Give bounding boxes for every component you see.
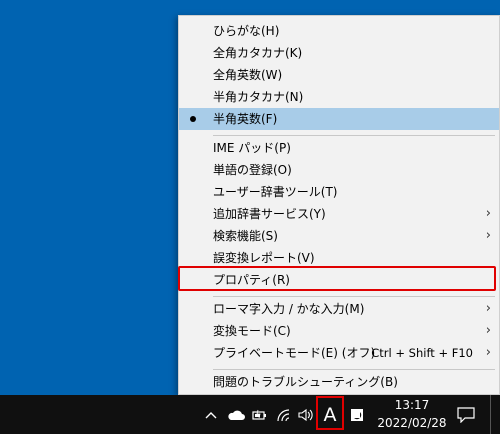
system-clock[interactable]: 13:17 2022/02/28 [364, 395, 460, 434]
menu-item-properties[interactable]: プロパティ(R) [179, 269, 499, 291]
menu-item-shortcut: Ctrl + Shift + F10 [371, 346, 473, 360]
menu-item-label: 全角カタカナ(K) [213, 46, 303, 60]
menu-item-label: 単語の登録(O) [213, 163, 292, 177]
menu-item-fullwidth-alphanumeric[interactable]: 全角英数(W) [179, 64, 499, 86]
menu-item-misconversion-report[interactable]: 誤変換レポート(V) [179, 247, 499, 269]
ime-context-menu: ひらがな(H) 全角カタカナ(K) 全角英数(W) 半角カタカナ(N) 半角英数… [178, 15, 500, 395]
show-desktop-divider[interactable] [490, 395, 491, 434]
menu-item-user-dictionary-tool[interactable]: ユーザー辞書ツール(T) [179, 181, 499, 203]
menu-item-conversion-mode[interactable]: 変換モード(C) › [179, 320, 499, 342]
menu-item-fullwidth-katakana[interactable]: 全角カタカナ(K) [179, 42, 499, 64]
chevron-up-icon[interactable] [202, 395, 220, 434]
wifi-icon[interactable] [274, 395, 294, 434]
ime-indicator-highlight-annotation [316, 396, 344, 430]
clock-date: 2022/02/28 [377, 416, 447, 430]
menu-item-halfwidth-katakana[interactable]: 半角カタカナ(N) [179, 86, 499, 108]
checked-bullet-icon [190, 116, 196, 122]
menu-item-troubleshooting[interactable]: 問題のトラブルシューティング(B) [179, 371, 499, 393]
menu-item-label: 半角英数(F) [213, 112, 278, 126]
menu-item-additional-dictionary-service[interactable]: 追加辞書サービス(Y) › [179, 203, 499, 225]
chevron-right-icon: › [485, 301, 491, 316]
chevron-right-icon: › [485, 345, 491, 360]
menu-item-hiragana[interactable]: ひらがな(H) [179, 20, 499, 42]
menu-separator [213, 296, 495, 297]
menu-separator [213, 135, 495, 136]
chevron-right-icon: › [485, 323, 491, 338]
menu-item-label: ローマ字入力 / かな入力(M) [213, 302, 365, 316]
menu-item-search-function[interactable]: 検索機能(S) › [179, 225, 499, 247]
taskbar: A 13:17 2022/02/28 [0, 395, 500, 434]
battery-icon[interactable] [250, 395, 270, 434]
menu-item-label: プロパティ(R) [213, 273, 290, 287]
menu-item-label: 変換モード(C) [213, 324, 291, 338]
volume-icon[interactable] [296, 395, 316, 434]
menu-item-register-word[interactable]: 単語の登録(O) [179, 159, 499, 181]
menu-item-romaji-kana-input[interactable]: ローマ字入力 / かな入力(M) › [179, 298, 499, 320]
menu-item-label: 検索機能(S) [213, 229, 278, 243]
menu-item-private-mode[interactable]: プライベートモード(E) (オフ) Ctrl + Shift + F10 › [179, 342, 499, 364]
chevron-right-icon: › [485, 228, 491, 243]
chevron-right-icon: › [485, 206, 491, 221]
menu-item-label: 誤変換レポート(V) [213, 251, 315, 265]
menu-item-label: IME パッド(P) [213, 141, 291, 155]
menu-item-label: 半角カタカナ(N) [213, 90, 304, 104]
menu-item-label: 問題のトラブルシューティング(B) [213, 375, 398, 389]
menu-separator [213, 369, 495, 370]
menu-item-label: 全角英数(W) [213, 68, 283, 82]
menu-item-label: 追加辞書サービス(Y) [213, 207, 326, 221]
menu-item-halfwidth-alphanumeric[interactable]: 半角英数(F) [179, 108, 499, 130]
menu-item-label: ユーザー辞書ツール(T) [213, 185, 338, 199]
notification-icon[interactable] [454, 395, 478, 434]
menu-item-ime-pad[interactable]: IME パッド(P) [179, 137, 499, 159]
menu-item-label: ひらがな(H) [213, 24, 280, 38]
onedrive-cloud-icon[interactable] [224, 395, 248, 434]
clock-time: 13:17 [394, 398, 430, 412]
menu-item-label: プライベートモード(E) (オフ) [213, 346, 376, 360]
